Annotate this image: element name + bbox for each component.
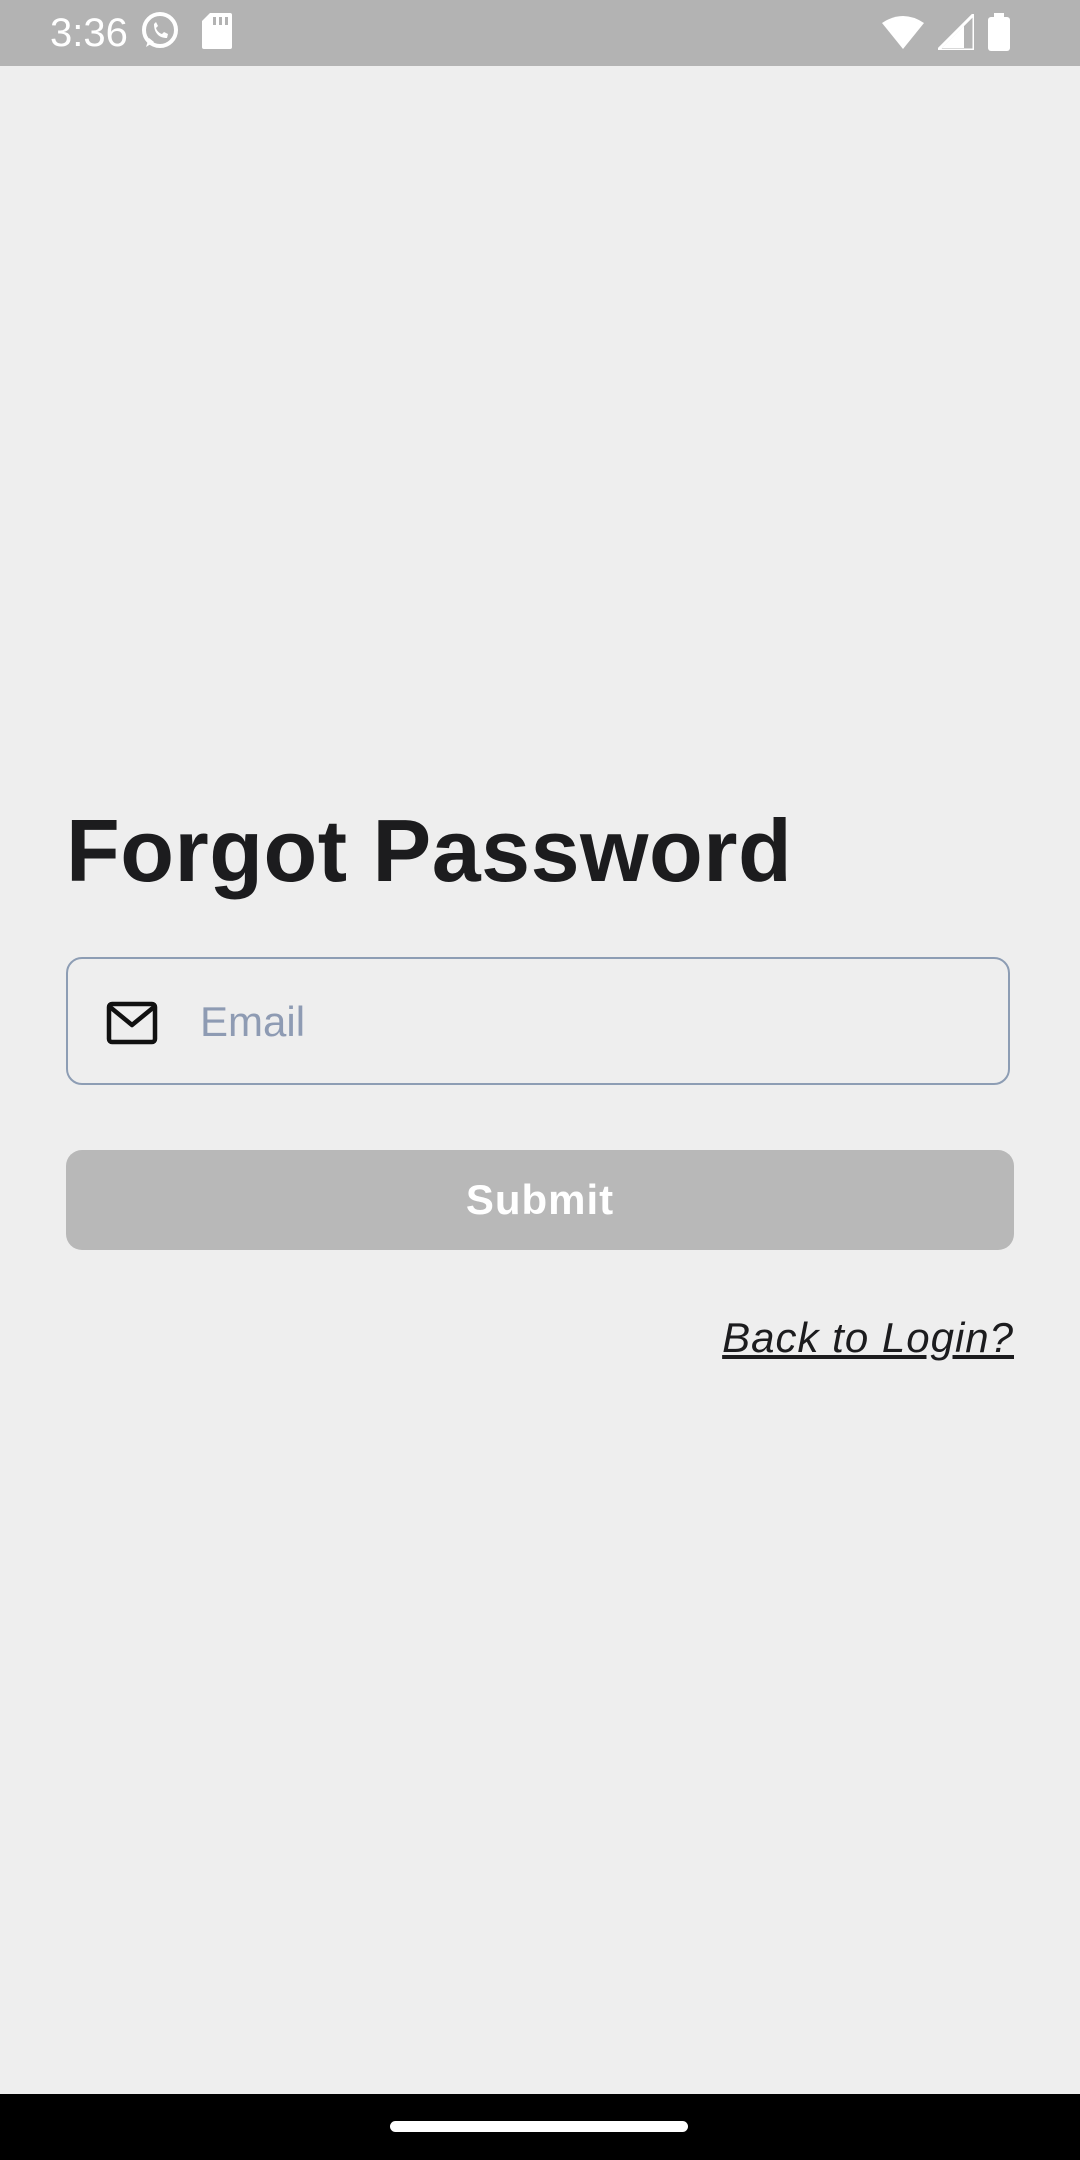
status-left-icons — [140, 11, 232, 56]
status-time: 3:36 — [50, 11, 128, 55]
back-to-login-link[interactable]: Back to Login? — [722, 1314, 1014, 1362]
sd-card-icon — [202, 12, 232, 54]
forgot-password-screen: Forgot Password Submit Back to Login? — [0, 66, 1080, 2094]
submit-button[interactable]: Submit — [66, 1150, 1014, 1250]
email-field[interactable] — [66, 957, 1010, 1085]
battery-icon — [988, 12, 1010, 56]
status-bar: 3:36 — [0, 0, 1080, 66]
mail-icon — [106, 1001, 158, 1045]
email-input[interactable] — [198, 979, 982, 1065]
wifi-icon — [882, 15, 924, 54]
home-indicator[interactable] — [390, 2121, 688, 2132]
whatsapp-icon — [140, 11, 180, 56]
status-right-icons — [882, 9, 1010, 56]
cell-signal-icon — [934, 9, 976, 55]
navigation-bar — [0, 2094, 1080, 2160]
page-title: Forgot Password — [66, 801, 793, 900]
